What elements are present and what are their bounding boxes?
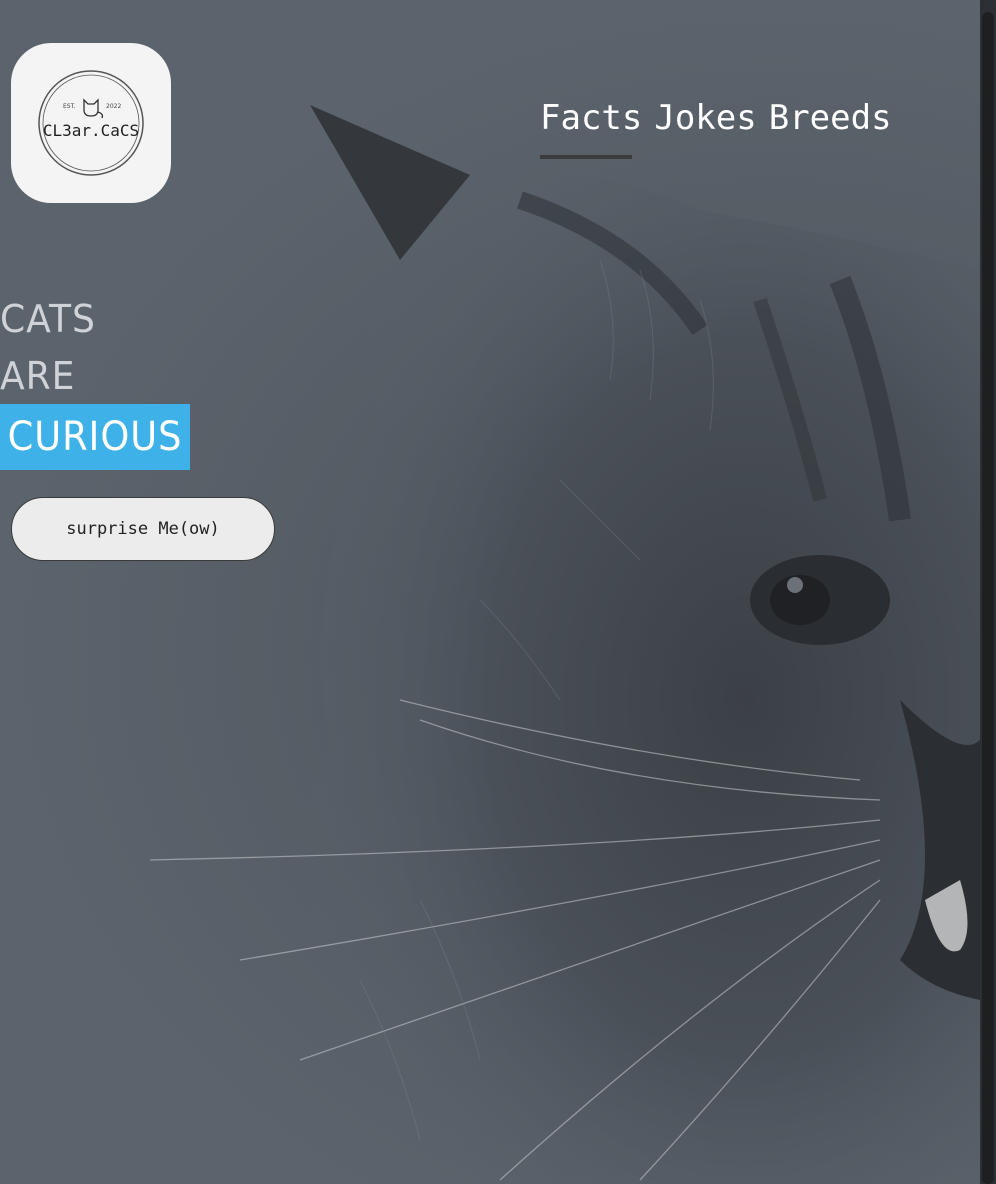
nav-item-jokes[interactable]: Jokes	[654, 98, 756, 138]
logo-year: 2022	[106, 103, 121, 110]
hero-highlight-text: CURIOUS	[7, 414, 183, 460]
cat-icon	[83, 98, 104, 119]
logo-brand: CL3ar.CaCS	[43, 121, 139, 140]
hero-highlight: CURIOUS	[0, 404, 190, 470]
nav-item-facts[interactable]: Facts	[540, 98, 642, 138]
nav-item-breeds[interactable]: Breeds	[769, 98, 892, 138]
nav-active-indicator	[540, 155, 632, 159]
logo-badge: EST. 2022 CL3ar.CaCS	[38, 70, 144, 176]
surprise-me-button[interactable]: surprise Me(ow)	[11, 497, 275, 561]
hero-line-2: ARE	[0, 354, 76, 398]
site-logo[interactable]: EST. 2022 CL3ar.CaCS	[11, 43, 171, 203]
page: EST. 2022 CL3ar.CaCS Facts Jokes Breeds …	[0, 0, 996, 1184]
hero-line-1: CATS	[0, 297, 96, 341]
main-nav: Facts Jokes Breeds	[540, 98, 892, 138]
logo-est: EST.	[63, 103, 76, 110]
scrollbar-thumb[interactable]	[982, 12, 994, 1184]
